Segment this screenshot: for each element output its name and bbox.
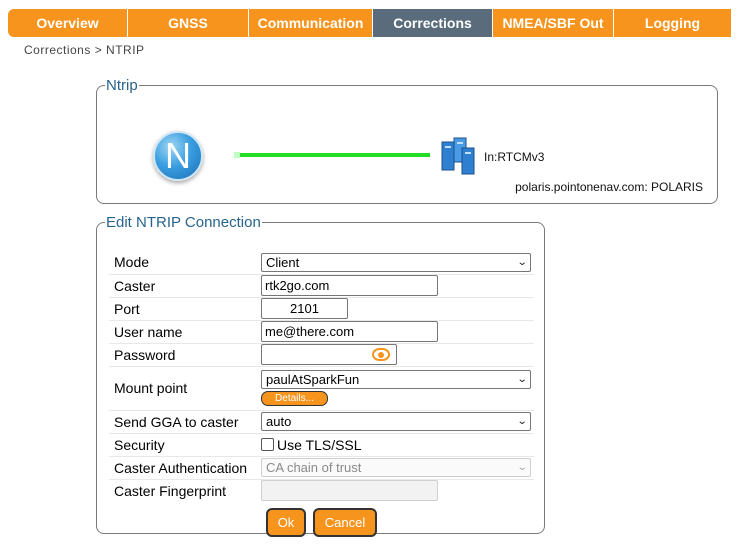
tab-gnss[interactable]: GNSS	[128, 9, 249, 37]
mode-value: Client	[266, 254, 300, 270]
edit-panel-legend: Edit NTRIP Connection	[106, 214, 261, 231]
mount-point-label: Mount point	[109, 366, 261, 411]
form-row-mount-point: Mount point paulAtSparkFun ⌄ Details...	[109, 366, 534, 411]
eye-icon[interactable]	[372, 348, 390, 361]
caster-mountpoint-info: polaris.pointonenav.com: POLARIS	[515, 180, 703, 194]
tls-checkbox-label[interactable]: Use TLS/SSL	[277, 437, 362, 453]
caster-fingerprint-input	[261, 480, 438, 502]
breadcrumb: Corrections > NTRIP	[24, 43, 145, 57]
details-button[interactable]: Details...	[261, 391, 328, 406]
edit-ntrip-panel: Edit NTRIP Connection Mode Client ⌄ Caste…	[96, 214, 545, 537]
ok-button[interactable]: Ok	[266, 508, 306, 537]
stream-type-label: In:RTCMv3	[484, 150, 545, 164]
username-label: User name	[109, 320, 261, 344]
main-nav: Overview GNSS Communication Corrections …	[8, 9, 740, 37]
caster-auth-value: CA chain of trust	[266, 460, 362, 475]
send-gga-value: auto	[266, 414, 292, 429]
caster-input[interactable]: rtk2go.com	[261, 275, 438, 296]
tab-logging[interactable]: Logging	[614, 9, 732, 37]
caster-auth-label: Caster Authentication	[109, 456, 261, 480]
port-label: Port	[109, 297, 261, 321]
chevron-down-icon: ⌄	[516, 416, 528, 427]
password-input[interactable]	[261, 344, 397, 365]
form-row-username: User name me@there.com	[109, 320, 534, 344]
password-label: Password	[109, 343, 261, 367]
caster-server-icon	[441, 137, 475, 175]
form-row-mode: Mode Client ⌄	[109, 251, 534, 275]
ntrip-logo-icon: N	[153, 131, 203, 181]
send-gga-label: Send GGA to caster	[109, 410, 261, 434]
chevron-down-icon: ⌄	[516, 374, 528, 385]
form-row-send-gga: Send GGA to caster auto ⌄	[109, 410, 534, 434]
connection-link-endpoint	[234, 152, 240, 158]
form-row-caster: Caster rtk2go.com	[109, 274, 534, 298]
form-row-port: Port 2101	[109, 297, 534, 321]
tab-communication[interactable]: Communication	[249, 9, 373, 37]
chevron-down-icon: ⌄	[516, 256, 528, 268]
mount-point-value: paulAtSparkFun	[266, 372, 360, 387]
cancel-button[interactable]: Cancel	[313, 508, 377, 537]
mode-label: Mode	[109, 251, 261, 275]
tls-checkbox[interactable]	[261, 438, 274, 451]
mount-point-select[interactable]: paulAtSparkFun ⌄	[261, 370, 531, 389]
form-row-caster-fingerprint: Caster Fingerprint	[109, 479, 534, 502]
tab-nmea-sbf-out[interactable]: NMEA/SBF Out	[493, 9, 614, 37]
form-row-password: Password	[109, 343, 534, 367]
mode-select[interactable]: Client ⌄	[261, 252, 531, 272]
tls-checkbox-row: Use TLS/SSL	[261, 437, 534, 453]
chevron-down-icon: ⌄	[516, 462, 528, 473]
port-input[interactable]: 2101	[261, 298, 348, 319]
security-label: Security	[109, 433, 261, 457]
send-gga-select[interactable]: auto ⌄	[261, 412, 531, 431]
caster-auth-select: CA chain of trust ⌄	[261, 458, 531, 477]
ntrip-form: Mode Client ⌄ Caster rtk2go.com Port 2101…	[109, 251, 534, 502]
caster-fingerprint-label: Caster Fingerprint	[114, 482, 227, 499]
ntrip-panel-legend: Ntrip	[106, 77, 138, 94]
caster-label: Caster	[109, 274, 261, 298]
tab-overview[interactable]: Overview	[8, 9, 128, 37]
tab-corrections[interactable]: Corrections	[373, 9, 493, 37]
form-row-caster-auth: Caster Authentication CA chain of trust ⌄	[109, 456, 534, 480]
ntrip-status-panel: Ntrip N In:RTCMv3 polaris.pointonenav.co…	[96, 77, 718, 204]
form-row-security: Security Use TLS/SSL	[109, 433, 534, 457]
username-input[interactable]: me@there.com	[261, 321, 438, 342]
connection-link-line	[234, 153, 430, 157]
